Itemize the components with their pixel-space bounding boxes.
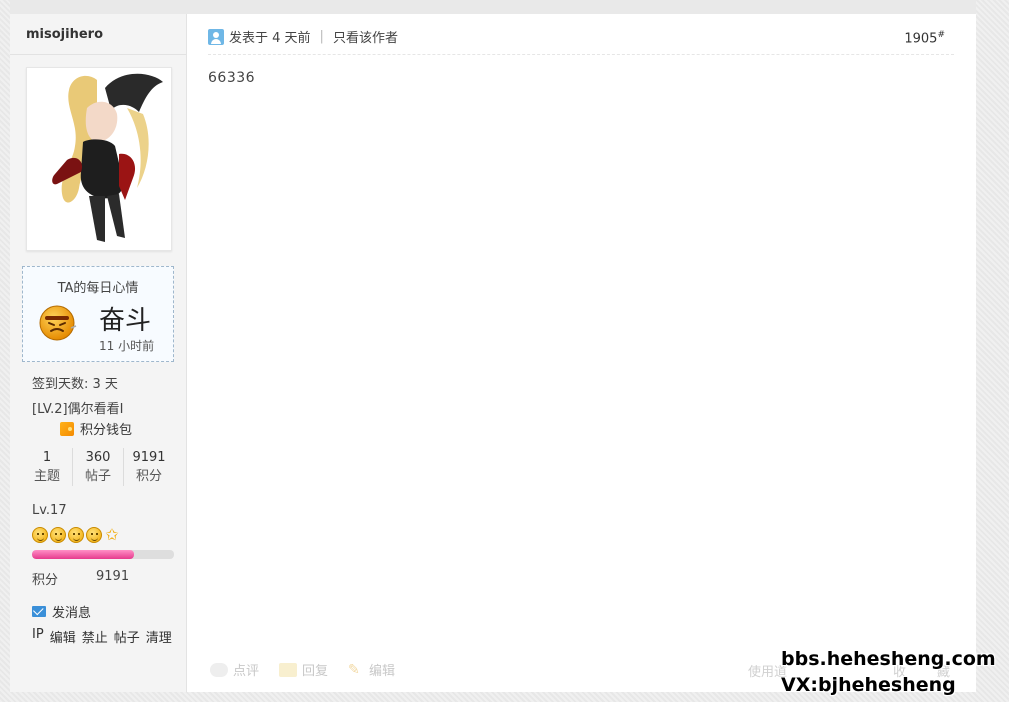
points-wallet-link[interactable]: 积分钱包 bbox=[60, 419, 132, 438]
stat-threads[interactable]: 1 主题 bbox=[22, 448, 72, 486]
send-message-link[interactable]: 发消息 bbox=[32, 602, 91, 621]
points-label: 积分 bbox=[32, 573, 59, 588]
post-actions: 点评 回复 ✎ 编辑 bbox=[210, 660, 395, 679]
stat-value: 9191 bbox=[132, 450, 166, 465]
header-divider bbox=[208, 54, 954, 55]
comment-label: 点评 bbox=[233, 664, 260, 679]
admin-clean-link[interactable]: 清理 bbox=[146, 627, 172, 646]
wallet-icon bbox=[60, 421, 74, 436]
avatar[interactable] bbox=[26, 67, 172, 251]
floor-number-link[interactable]: 1905# bbox=[904, 30, 945, 46]
floor-number: 1905 bbox=[904, 31, 938, 47]
reply-button[interactable]: 回复 bbox=[279, 660, 328, 679]
edit-button[interactable]: ✎ 编辑 bbox=[348, 660, 396, 680]
stat-label: 积分 bbox=[135, 469, 162, 484]
stat-label: 帖子 bbox=[84, 469, 111, 484]
mail-icon bbox=[32, 606, 46, 617]
divider bbox=[10, 54, 186, 55]
admin-ip-link[interactable]: IP bbox=[32, 627, 44, 646]
avatar-illustration bbox=[27, 68, 171, 250]
watermark-contact: VX:bjhehesheng bbox=[781, 674, 956, 696]
level-label: Lv.17 bbox=[32, 503, 67, 518]
only-author-link[interactable]: 只看该作者 bbox=[333, 27, 398, 46]
comment-button[interactable]: 点评 bbox=[210, 660, 259, 679]
reply-icon bbox=[279, 662, 298, 677]
smiley-icon bbox=[68, 527, 84, 543]
smiley-icon bbox=[50, 527, 66, 543]
post-content: 66336 bbox=[208, 70, 256, 86]
reply-label: 回复 bbox=[302, 664, 329, 679]
floor-suffix: # bbox=[937, 30, 945, 40]
struggle-emoticon-icon bbox=[39, 305, 77, 341]
mood-time: 11 小时前 bbox=[99, 339, 155, 353]
separator: | bbox=[319, 29, 324, 44]
comment-icon bbox=[210, 662, 228, 677]
author-name-link[interactable]: misojihero bbox=[26, 27, 103, 42]
admin-posts-link[interactable]: 帖子 bbox=[114, 627, 140, 646]
post-container: misojihero TA的每日心情 奋斗 11 小时前 签到天数: 3 天 [… bbox=[10, 14, 976, 692]
posted-time: 发表于 4 天前 bbox=[229, 31, 311, 46]
author-stats: 1 主题 360 帖子 9191 积分 bbox=[22, 448, 174, 486]
daily-mood-box: TA的每日心情 奋斗 11 小时前 bbox=[22, 266, 174, 362]
top-strip bbox=[10, 0, 976, 15]
level-progress-fill bbox=[32, 550, 135, 559]
user-online-icon bbox=[208, 28, 224, 45]
level-progress-bar bbox=[32, 550, 174, 559]
sign-in-days: 签到天数: 3 天 bbox=[32, 377, 118, 392]
admin-edit-link[interactable]: 编辑 bbox=[50, 627, 76, 646]
user-group-title: [LV.2]偶尔看看I bbox=[32, 402, 124, 417]
send-message-label: 发消息 bbox=[52, 606, 92, 621]
level-icons: ✩ bbox=[32, 527, 120, 543]
stat-label: 主题 bbox=[33, 469, 60, 484]
stat-value: 1 bbox=[42, 450, 52, 465]
author-sidebar: misojihero TA的每日心情 奋斗 11 小时前 签到天数: 3 天 [… bbox=[10, 14, 187, 692]
stat-posts[interactable]: 360 帖子 bbox=[72, 448, 123, 486]
star-icon: ✩ bbox=[105, 525, 119, 544]
mood-title: TA的每日心情 bbox=[57, 281, 139, 296]
wallet-label: 积分钱包 bbox=[80, 423, 133, 438]
admin-links: IP 编辑 禁止 帖子 清理 bbox=[32, 627, 172, 646]
watermark-url: bbs.hehesheng.com bbox=[781, 648, 996, 670]
post-header: 发表于 4 天前 | 只看该作者 bbox=[208, 27, 398, 46]
edit-label: 编辑 bbox=[369, 664, 396, 679]
smiley-icon bbox=[86, 527, 102, 543]
stat-points[interactable]: 9191 积分 bbox=[123, 448, 174, 486]
smiley-icon bbox=[32, 527, 48, 543]
edit-icon: ✎ bbox=[348, 661, 360, 678]
points-value: 9191 bbox=[96, 569, 130, 584]
stat-value: 360 bbox=[85, 450, 111, 465]
post-main: 发表于 4 天前 | 只看该作者 1905# 66336 点评 回复 ✎ 编辑 … bbox=[187, 14, 976, 692]
admin-ban-link[interactable]: 禁止 bbox=[82, 627, 108, 646]
mood-text: 奋斗 bbox=[99, 306, 152, 336]
